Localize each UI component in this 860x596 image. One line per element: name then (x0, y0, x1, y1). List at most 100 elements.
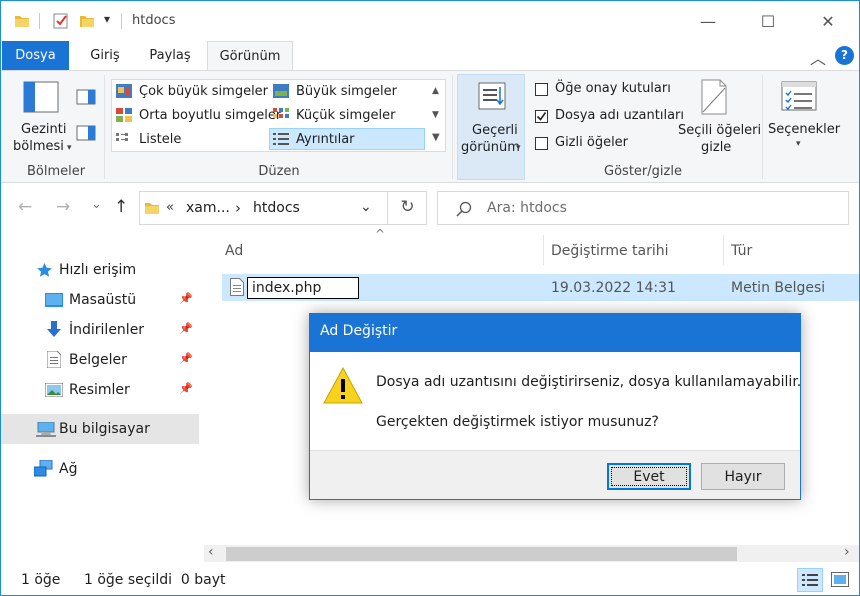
address-bar[interactable]: « xam... › htdocs ⌄ (139, 191, 427, 225)
status-bar: 1 öğe 1 öğe seçildi 0 bayt (1, 564, 859, 595)
rename-field[interactable]: index.php (247, 277, 359, 299)
tab-home[interactable]: Giriş (77, 41, 133, 70)
breadcrumb-separator[interactable]: › (235, 199, 241, 217)
column-divider[interactable] (543, 235, 544, 265)
collapse-ribbon-icon[interactable]: ︿ (810, 45, 826, 69)
maximize-button[interactable]: ☐ (737, 1, 799, 41)
recent-locations-button[interactable]: ⌄ (91, 197, 102, 212)
dialog-message-1: Dosya adı uzantısını değiştirirseniz, do… (376, 374, 802, 390)
warning-icon (323, 367, 363, 404)
item-checkboxes-label[interactable]: Öğe onay kutuları (555, 81, 671, 96)
group-separator (762, 75, 763, 179)
dialog-title: Ad Değiştir (310, 314, 800, 352)
help-icon[interactable]: ? (835, 46, 854, 65)
sort-by-icon (478, 82, 506, 110)
gallery-scroll-down-icon[interactable]: ▼ (432, 110, 439, 120)
breadcrumb-htdocs[interactable]: htdocs (253, 200, 300, 216)
layout-details: Ayrıntılar (296, 132, 355, 147)
document-icon (47, 351, 61, 368)
tab-file[interactable]: Dosya (2, 41, 69, 70)
search-input[interactable]: Ara: htdocs (487, 200, 567, 216)
nav-network[interactable]: Ağ (1, 454, 199, 484)
nav-this-pc[interactable]: Bu bilgisayar (1, 414, 199, 444)
file-name-extensions-checkbox[interactable] (535, 110, 548, 123)
properties-icon[interactable] (52, 12, 70, 30)
current-view-button[interactable]: Geçerli görünüm ▾ (457, 74, 525, 180)
breadcrumb-xampp[interactable]: xam... (186, 200, 230, 216)
layout-large-icons[interactable]: Büyük simgeler (296, 84, 397, 99)
large-icons-view-button[interactable] (827, 568, 853, 592)
scrollbar-thumb[interactable] (226, 547, 737, 561)
qat-dropdown-icon[interactable]: ▾ (104, 12, 110, 26)
pin-icon[interactable]: 📌 (179, 352, 193, 365)
large-icons-icon (273, 84, 289, 98)
back-button[interactable]: ← (18, 197, 32, 217)
text-file-icon (230, 278, 244, 296)
close-button[interactable]: ✕ (797, 1, 859, 41)
nav-documents[interactable]: Belgeler 📌 (1, 345, 199, 375)
hide-selected-button[interactable]: Seçili öğeleri gizle (673, 75, 761, 161)
details-view-button[interactable] (797, 568, 823, 592)
item-checkboxes-checkbox[interactable] (535, 83, 548, 96)
file-date-modified: 19.03.2022 14:31 (551, 280, 676, 296)
gallery-scroll-up-icon[interactable]: ▲ (432, 86, 439, 96)
dialog-message-2: Gerçekten değiştirmek istiyor musunuz? (376, 414, 659, 430)
dialog-footer: Evet Hayır (310, 450, 800, 499)
layout-extra-large-icons[interactable]: Çok büyük simgeler (139, 84, 268, 99)
layout-list[interactable]: Listele (139, 132, 181, 147)
nav-quick-access[interactable]: Hızlı erişim (1, 255, 199, 285)
breadcrumb-overflow[interactable]: « (166, 200, 174, 215)
search-box[interactable]: Ara: htdocs (437, 191, 849, 225)
hidden-items-checkbox[interactable] (535, 137, 548, 150)
details-icon (273, 133, 289, 145)
panes-group-label: Bölmeler (27, 164, 86, 179)
column-divider[interactable] (723, 235, 724, 265)
sort-ascending-icon: ^ (375, 227, 386, 241)
show-hide-group-label: Göster/gizle (604, 164, 682, 179)
tab-view[interactable]: Görünüm (207, 41, 293, 71)
layout-small-icons[interactable]: Küçük simgeler (296, 108, 395, 123)
pictures-icon (45, 383, 63, 397)
scroll-left-icon[interactable]: ‹ (208, 544, 214, 560)
close-icon: ✕ (821, 11, 835, 31)
column-header-name[interactable]: Ad (225, 243, 243, 259)
navigation-pane-button[interactable]: Gezinti bölmesi ▾ (11, 75, 72, 161)
address-dropdown-icon[interactable]: ⌄ (360, 199, 372, 215)
navigation-pane-label-1: Gezinti (21, 122, 67, 137)
hidden-items-label[interactable]: Gizli öğeler (555, 135, 628, 150)
options-button[interactable]: Seçenekler ▾ (765, 75, 840, 161)
file-name-extensions-label[interactable]: Dosya adı uzantıları (555, 108, 684, 123)
nav-downloads[interactable]: İndirilenler 📌 (1, 315, 199, 345)
current-view-label-2: görünüm (461, 140, 520, 155)
minimize-button[interactable]: — (677, 1, 739, 41)
qat-separator (39, 13, 40, 29)
new-folder-icon[interactable] (79, 13, 95, 29)
column-header-date[interactable]: Değiştirme tarihi (551, 243, 669, 259)
nav-label: Masaüstü (69, 292, 137, 308)
navigation-pane-label-2: bölmesi (13, 139, 64, 154)
column-header-type[interactable]: Tür (731, 243, 752, 259)
no-button[interactable]: Hayır (701, 463, 785, 490)
small-icons-icon (273, 108, 289, 118)
tab-share[interactable]: Paylaş (139, 41, 201, 70)
group-separator (104, 75, 105, 179)
nav-pictures[interactable]: Resimler 📌 (1, 375, 199, 405)
yes-button[interactable]: Evet (607, 463, 691, 490)
pin-icon[interactable]: 📌 (179, 322, 193, 335)
details-view-icon (802, 574, 818, 586)
chevron-down-icon: ▾ (796, 139, 801, 149)
pin-icon[interactable]: 📌 (179, 382, 193, 395)
details-pane-icon[interactable] (76, 125, 96, 141)
scroll-right-icon[interactable]: › (844, 544, 850, 560)
nav-desktop[interactable]: Masaüstü 📌 (1, 285, 199, 315)
gallery-more-icon[interactable]: ▼ (432, 132, 440, 143)
pin-icon[interactable]: 📌 (179, 292, 193, 305)
folder-icon (145, 203, 159, 214)
up-button[interactable]: ↑ (114, 197, 128, 217)
preview-pane-icon[interactable] (76, 89, 96, 105)
refresh-button[interactable]: ↻ (387, 191, 427, 225)
forward-button[interactable]: → (56, 197, 70, 217)
layout-medium-icons[interactable]: Orta boyutlu simgeler (139, 108, 281, 123)
layout-details-selected[interactable]: Ayrıntılar (269, 128, 425, 150)
ribbon-tabs: Dosya Giriş Paylaş Görünüm ︿ ? (1, 41, 859, 71)
